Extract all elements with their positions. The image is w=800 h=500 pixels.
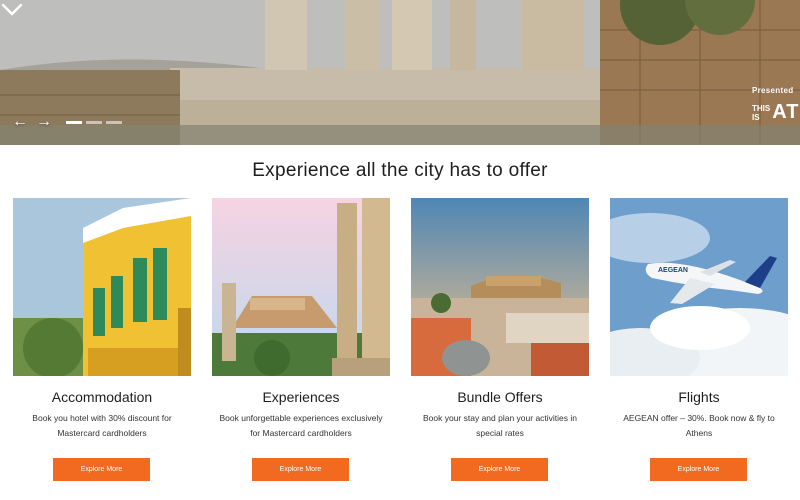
explore-more-button[interactable]: Explore More — [53, 458, 150, 481]
logo-small-text: THIS IS — [752, 103, 771, 122]
explore-more-button[interactable]: Explore More — [252, 458, 349, 481]
slide-dot-2[interactable] — [86, 120, 102, 124]
this-is-athens-logo: THIS IS AT — [752, 101, 800, 124]
explore-more-button[interactable]: Explore More — [451, 458, 548, 481]
slide-dot-1[interactable] — [66, 120, 82, 124]
section-title: Experience all the city has to offer — [252, 160, 548, 181]
experiences-image[interactable] — [212, 198, 390, 376]
card-bundle-offers: Bundle Offers Book your stay and plan yo… — [411, 198, 589, 488]
offer-cards: Accommodation Book you hotel with 30% di… — [13, 198, 788, 488]
slider-controls: ← → — [12, 114, 122, 130]
card-title: Bundle Offers — [457, 389, 543, 405]
card-title: Accommodation — [51, 389, 153, 405]
logo-big-text: AT — [772, 101, 800, 123]
card-flights: AEGEAN Flights AEGEAN offer – 30%. Book … — [610, 198, 788, 488]
card-title: Experiences — [262, 389, 340, 405]
card-description: Book unforgettable experiences exclusive… — [219, 413, 383, 438]
card-accommodation: Accommodation Book you hotel with 30% di… — [13, 198, 191, 488]
card-experiences: Experiences Book unforgettable experienc… — [212, 198, 390, 488]
flights-image[interactable]: AEGEAN — [610, 198, 788, 376]
chevron-down-icon[interactable] — [0, 0, 24, 18]
presented-label: Presented — [752, 86, 794, 95]
arrow-right-icon[interactable]: → — [36, 114, 52, 130]
slide-dot-3[interactable] — [106, 120, 122, 124]
accommodation-image[interactable] — [13, 198, 191, 376]
card-description: Book your stay and plan your activities … — [422, 413, 578, 438]
promo-logo[interactable]: Presented THIS IS AT — [752, 86, 800, 124]
card-description: AEGEAN offer – 30%. Book now & fly to At… — [623, 413, 775, 438]
explore-more-button[interactable]: Explore More — [650, 458, 747, 481]
card-description: Book you hotel with 30% discount for Mas… — [32, 413, 172, 438]
card-title: Flights — [678, 389, 720, 405]
plane-livery-text: AEGEAN — [658, 267, 688, 274]
bundle-offers-image[interactable] — [411, 198, 589, 376]
slide-indicators — [66, 120, 122, 124]
arrow-left-icon[interactable]: ← — [12, 114, 28, 130]
hero-banner: ← → Presented THIS IS AT — [0, 0, 800, 145]
